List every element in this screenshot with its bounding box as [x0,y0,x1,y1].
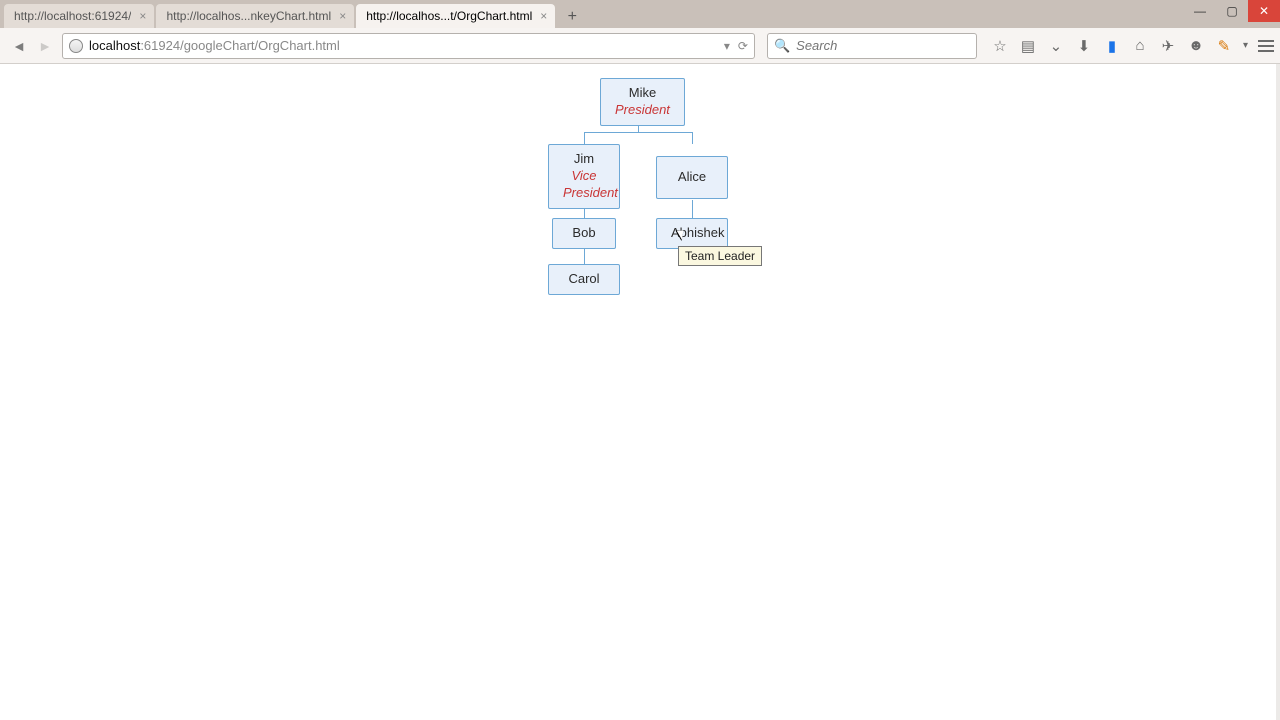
tooltip-text: Team Leader [685,249,755,263]
library-icon[interactable]: ▤ [1019,37,1037,55]
tab-label: http://localhos...nkeyChart.html [166,9,331,23]
titlebar: http://localhost:61924/ × http://localho… [0,0,1280,28]
node-name: Abhishek [671,225,713,242]
close-icon[interactable]: × [139,9,146,23]
close-window-button[interactable]: ✕ [1248,0,1280,22]
toolbar-icons: ☆ ▤ ⌄ ⬇ ▮ ⌂ ✈ ☻ ✎ ▾ [991,37,1274,55]
home-icon[interactable]: ⌂ [1131,37,1149,55]
tab-0[interactable]: http://localhost:61924/ × [4,4,154,28]
node-title: President [615,102,670,119]
tab-label: http://localhost:61924/ [14,9,131,23]
connector [692,200,693,218]
connector [584,132,692,133]
chat-icon[interactable]: ☻ [1187,37,1205,55]
toolbar: ◄ ► localhost:61924/googleChart/OrgChart… [0,28,1280,64]
dropdown-icon[interactable]: ▾ [724,39,730,53]
node-name: Carol [563,271,605,288]
node-name: Mike [615,85,670,102]
nav-buttons: ◄ ► [6,33,58,59]
org-node-jim[interactable]: Jim Vice President [548,144,620,209]
new-tab-button[interactable]: + [561,6,583,28]
tab-strip: http://localhost:61924/ × http://localho… [0,0,583,28]
search-icon: 🔍 [774,38,790,54]
url-bar[interactable]: localhost:61924/googleChart/OrgChart.htm… [62,33,755,59]
node-name: Bob [567,225,601,242]
reload-icon[interactable]: ⟳ [738,39,748,53]
tab-2[interactable]: http://localhos...t/OrgChart.html × [356,4,555,28]
url-actions: ▾ ⟳ [724,39,748,53]
minimize-button[interactable]: — [1184,0,1216,22]
node-name: Alice [671,169,713,186]
org-node-mike[interactable]: Mike President [600,78,685,126]
tooltip: Team Leader [678,246,762,266]
download-icon[interactable]: ⬇ [1075,37,1093,55]
connector [584,132,585,144]
star-icon[interactable]: ☆ [991,37,1009,55]
url-host: localhost [89,38,140,53]
connector [692,132,693,144]
blue-app-icon[interactable]: ▮ [1103,37,1121,55]
chevron-down-icon[interactable]: ▾ [1243,40,1248,51]
tab-1[interactable]: http://localhos...nkeyChart.html × [156,4,354,28]
tab-label: http://localhos...t/OrgChart.html [366,9,532,23]
org-node-carol[interactable]: Carol [548,264,620,295]
globe-icon [69,39,83,53]
back-button[interactable]: ◄ [6,33,32,59]
url-port: :61924 [140,38,180,53]
pocket-icon[interactable]: ⌄ [1047,37,1065,55]
page-content: Mike President Jim Vice President Alice … [0,64,1280,720]
node-name: Jim [563,151,605,168]
forward-button[interactable]: ► [32,33,58,59]
brush-icon[interactable]: ✎ [1215,37,1233,55]
node-title: Vice President [563,168,605,202]
org-chart: Mike President Jim Vice President Alice … [258,78,1018,398]
org-node-bob[interactable]: Bob [552,218,616,249]
search-bar[interactable]: 🔍 [767,33,977,59]
close-icon[interactable]: × [339,9,346,23]
close-icon[interactable]: × [540,9,547,23]
menu-button[interactable] [1258,40,1274,52]
org-node-abhishek[interactable]: Abhishek [656,218,728,249]
org-node-alice[interactable]: Alice [656,156,728,199]
maximize-button[interactable]: ▢ [1216,0,1248,22]
url-path: /googleChart/OrgChart.html [180,38,340,53]
send-icon[interactable]: ✈ [1159,37,1177,55]
search-input[interactable] [796,38,970,53]
window-controls: — ▢ ✕ [1184,0,1280,22]
